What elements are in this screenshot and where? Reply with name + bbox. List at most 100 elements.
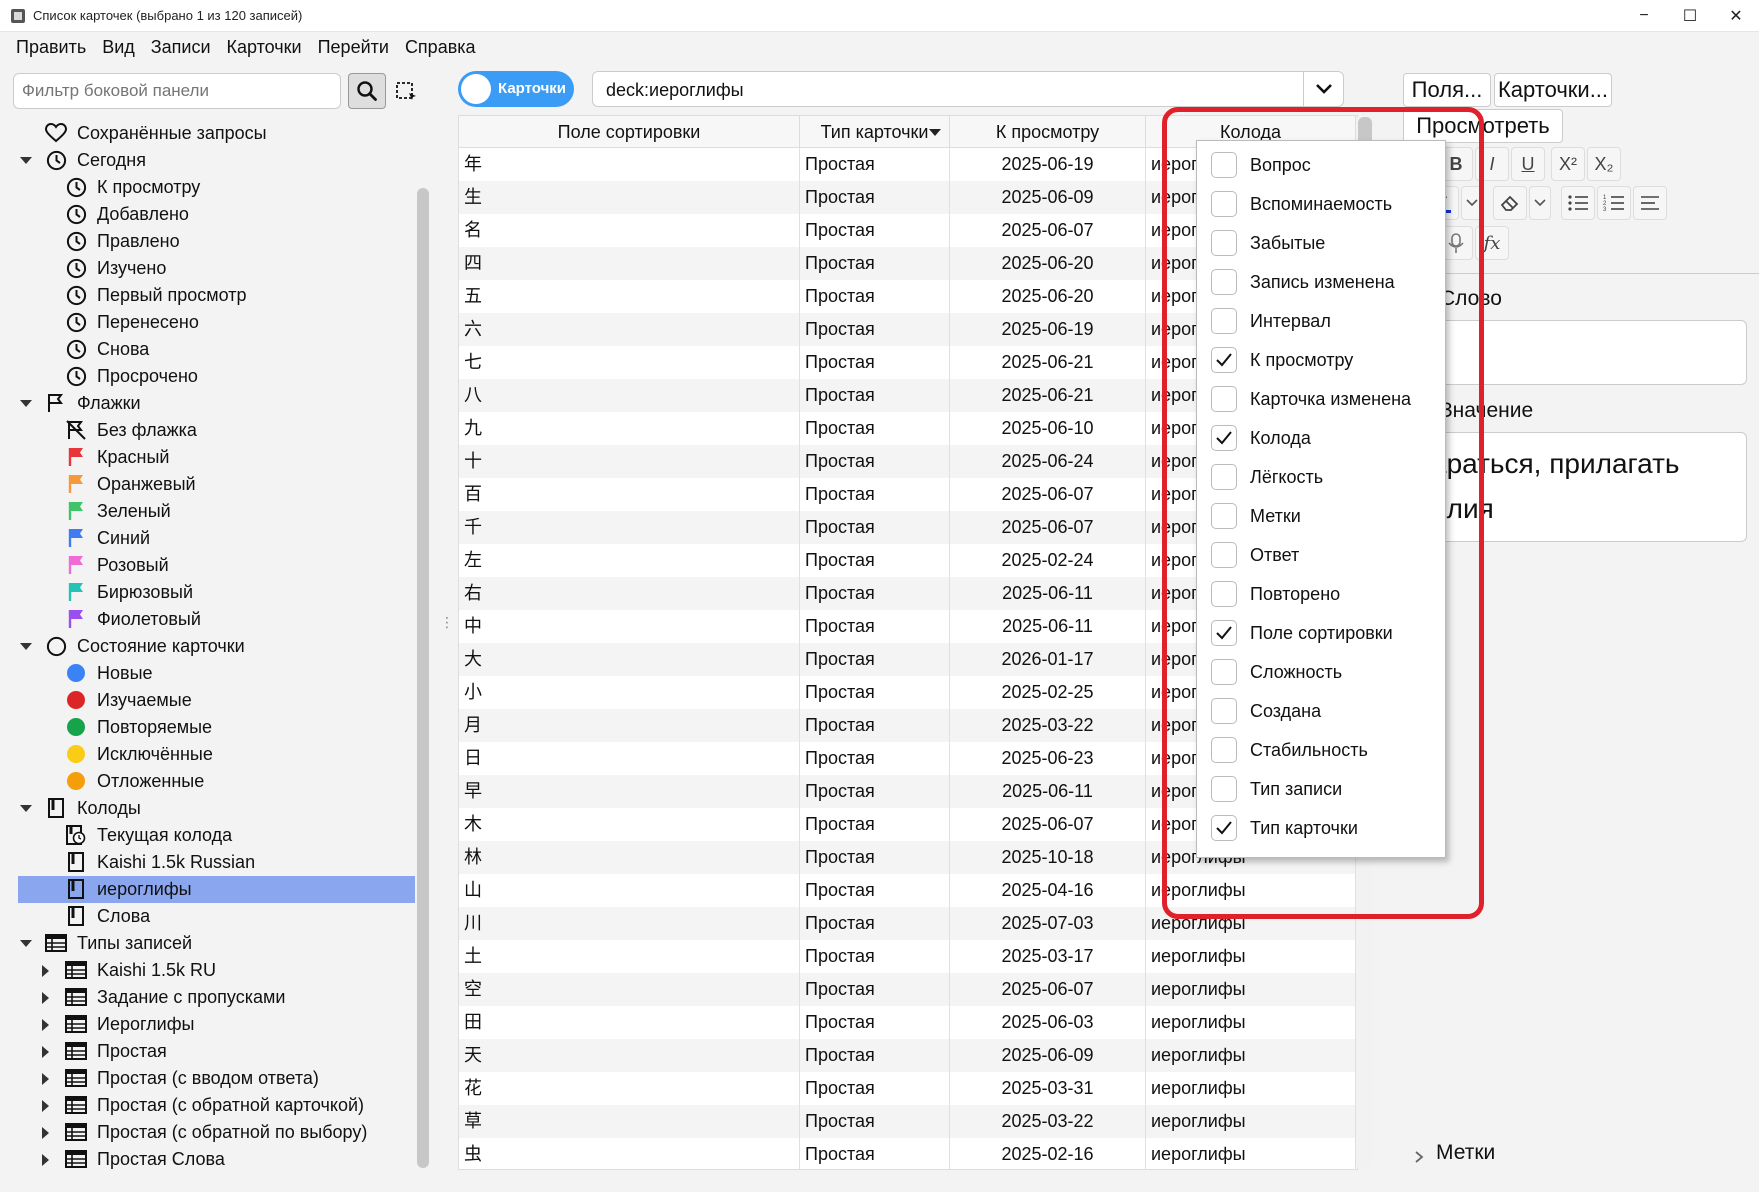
sidebar-item[interactable]: Снова [18, 336, 415, 363]
search-box[interactable]: deck:иероглифы [592, 71, 1344, 107]
column-header-card-type[interactable]: Тип карточки [800, 116, 950, 148]
sidebar-item[interactable]: Сегодня [18, 147, 415, 174]
sidebar-item[interactable]: Повторяемые [18, 714, 415, 741]
sidebar-item[interactable]: Флажки [18, 390, 415, 417]
sidebar-item[interactable]: Синий [18, 525, 415, 552]
sidebar-item[interactable]: Добавлено [18, 201, 415, 228]
expand-arrow-icon[interactable] [40, 965, 52, 977]
maximize-button[interactable]: ☐ [1667, 0, 1713, 32]
collapse-arrow-icon[interactable] [20, 803, 32, 815]
sidebar-item[interactable]: Зеленый [18, 498, 415, 525]
sidebar-filter-input[interactable] [13, 73, 341, 109]
collapse-arrow-icon[interactable] [20, 641, 32, 653]
close-button[interactable]: ✕ [1713, 0, 1759, 32]
sidebar-item[interactable]: Без флажка [18, 417, 415, 444]
column-header-sort-field[interactable]: Поле сортировки [459, 116, 800, 148]
expand-arrow-icon[interactable] [40, 1019, 52, 1031]
menu-view[interactable]: Вид [94, 37, 143, 58]
clear-format-button[interactable] [1493, 186, 1527, 220]
sidebar-item[interactable]: иероглифы [18, 876, 415, 903]
superscript-button[interactable]: X² [1551, 147, 1585, 181]
sidebar-item[interactable]: Бирюзовый [18, 579, 415, 606]
menu-cards[interactable]: Карточки [219, 37, 310, 58]
clear-format-dropdown[interactable] [1529, 186, 1551, 220]
cell-sort-field: 木 [459, 808, 800, 841]
table-row[interactable]: 空 Простая 2025-06-07 иероглифы [459, 973, 1357, 1006]
tags-expand-arrow[interactable] [1414, 1148, 1428, 1163]
table-row[interactable]: 田 Простая 2025-06-03 иероглифы [459, 1006, 1357, 1039]
sidebar-item[interactable]: Задание с пропусками [18, 984, 415, 1011]
select-tool-button[interactable] [394, 78, 420, 104]
table-row[interactable]: 天 Простая 2025-06-09 иероглифы [459, 1039, 1357, 1072]
scrollbar-thumb[interactable] [417, 188, 429, 1168]
sidebar-item[interactable]: Фиолетовый [18, 606, 415, 633]
sidebar-item[interactable]: Простая (с обратной карточкой) [18, 1092, 415, 1119]
sidebar-item[interactable]: Розовый [18, 552, 415, 579]
fields-button[interactable]: Поля... [1403, 73, 1491, 107]
cards-button[interactable]: Карточки... [1494, 73, 1612, 107]
splitter-handle[interactable]: ⋮ [440, 614, 454, 638]
subscript-button[interactable]: X₂ [1587, 147, 1621, 181]
sidebar-item[interactable]: Отложенные [18, 768, 415, 795]
sidebar-scrollbar[interactable] [416, 188, 430, 1178]
sidebar-item[interactable]: Исключённые [18, 741, 415, 768]
menu-help[interactable]: Справка [397, 37, 484, 58]
expand-arrow-icon[interactable] [40, 1100, 52, 1112]
expand-arrow-icon[interactable] [40, 992, 52, 1004]
minimize-button[interactable]: − [1621, 0, 1667, 32]
sidebar-item[interactable]: Правлено [18, 228, 415, 255]
sidebar-item[interactable]: Сохранённые запросы [18, 120, 415, 147]
sidebar-item[interactable]: Новые [18, 660, 415, 687]
sidebar-item[interactable]: Первый просмотр [18, 282, 415, 309]
sidebar-item-label: Изучаемые [97, 690, 192, 710]
sidebar-item[interactable]: Просрочено [18, 363, 415, 390]
sidebar-item[interactable]: Красный [18, 444, 415, 471]
sidebar-item[interactable]: Слова [18, 903, 415, 930]
sidebar-item-label: К просмотру [97, 177, 201, 197]
sidebar-item[interactable]: Простая [18, 1038, 415, 1065]
collapse-arrow-icon[interactable] [20, 155, 32, 167]
sidebar-item[interactable]: Kaishi 1.5k Russian [18, 849, 415, 876]
sidebar-item[interactable]: Простая (с обратной по выбору) [18, 1119, 415, 1146]
sidebar-item[interactable]: Иероглифы [18, 1011, 415, 1038]
sidebar-item[interactable]: Перенесено [18, 309, 415, 336]
expand-arrow-icon[interactable] [40, 1073, 52, 1085]
sidebar-item[interactable]: Изучено [18, 255, 415, 282]
menu-notes[interactable]: Записи [143, 37, 219, 58]
column-header-due[interactable]: К просмотру [950, 116, 1146, 148]
align-button[interactable] [1633, 186, 1667, 220]
sidebar-item[interactable]: К просмотру [18, 174, 415, 201]
numbered-list-button[interactable]: 123 [1597, 186, 1631, 220]
table-row[interactable]: 虫 Простая 2025-02-16 иероглифы [459, 1138, 1357, 1169]
table-icon [65, 1148, 87, 1170]
sidebar-item[interactable]: Простая Слова [18, 1146, 415, 1173]
menu-edit[interactable]: Править [8, 37, 94, 58]
expand-arrow-icon[interactable] [40, 1046, 52, 1058]
search-history-dropdown[interactable] [1303, 72, 1343, 106]
search-input[interactable]: deck:иероглифы [606, 72, 744, 108]
sidebar-item[interactable]: Изучаемые [18, 687, 415, 714]
sidebar-item-label: Простая (с обратной по выбору) [97, 1122, 368, 1142]
collapse-arrow-icon[interactable] [20, 398, 32, 410]
sidebar-item[interactable]: Колоды [18, 795, 415, 822]
cards-notes-toggle[interactable]: Карточки [458, 71, 574, 107]
menu-go[interactable]: Перейти [310, 37, 397, 58]
table-row[interactable]: 花 Простая 2025-03-31 иероглифы [459, 1072, 1357, 1105]
expand-arrow-icon[interactable] [40, 1127, 52, 1139]
sidebar-item[interactable]: Kaishi 1.5k RU [18, 957, 415, 984]
flag-icon [65, 500, 87, 522]
collapse-arrow-icon[interactable] [20, 938, 32, 950]
sidebar-item[interactable]: Текущая колода [18, 822, 415, 849]
table-row[interactable]: 土 Простая 2025-03-17 иероглифы [459, 940, 1357, 973]
sidebar-item[interactable]: Состояние карточки [18, 633, 415, 660]
table-row[interactable]: 草 Простая 2025-03-22 иероглифы [459, 1105, 1357, 1138]
bullet-list-button[interactable] [1561, 186, 1595, 220]
expand-arrow-icon[interactable] [40, 1154, 52, 1166]
sidebar-item[interactable]: Оранжевый [18, 471, 415, 498]
underline-button[interactable]: U [1511, 147, 1545, 181]
sidebar-search-button[interactable] [348, 73, 386, 109]
sidebar-item[interactable]: Простая (с вводом ответа) [18, 1065, 415, 1092]
cell-due: 2025-06-07 [950, 808, 1146, 841]
tags-label[interactable]: Метки [1436, 1141, 1495, 1165]
sidebar-item[interactable]: Типы записей [18, 930, 415, 957]
